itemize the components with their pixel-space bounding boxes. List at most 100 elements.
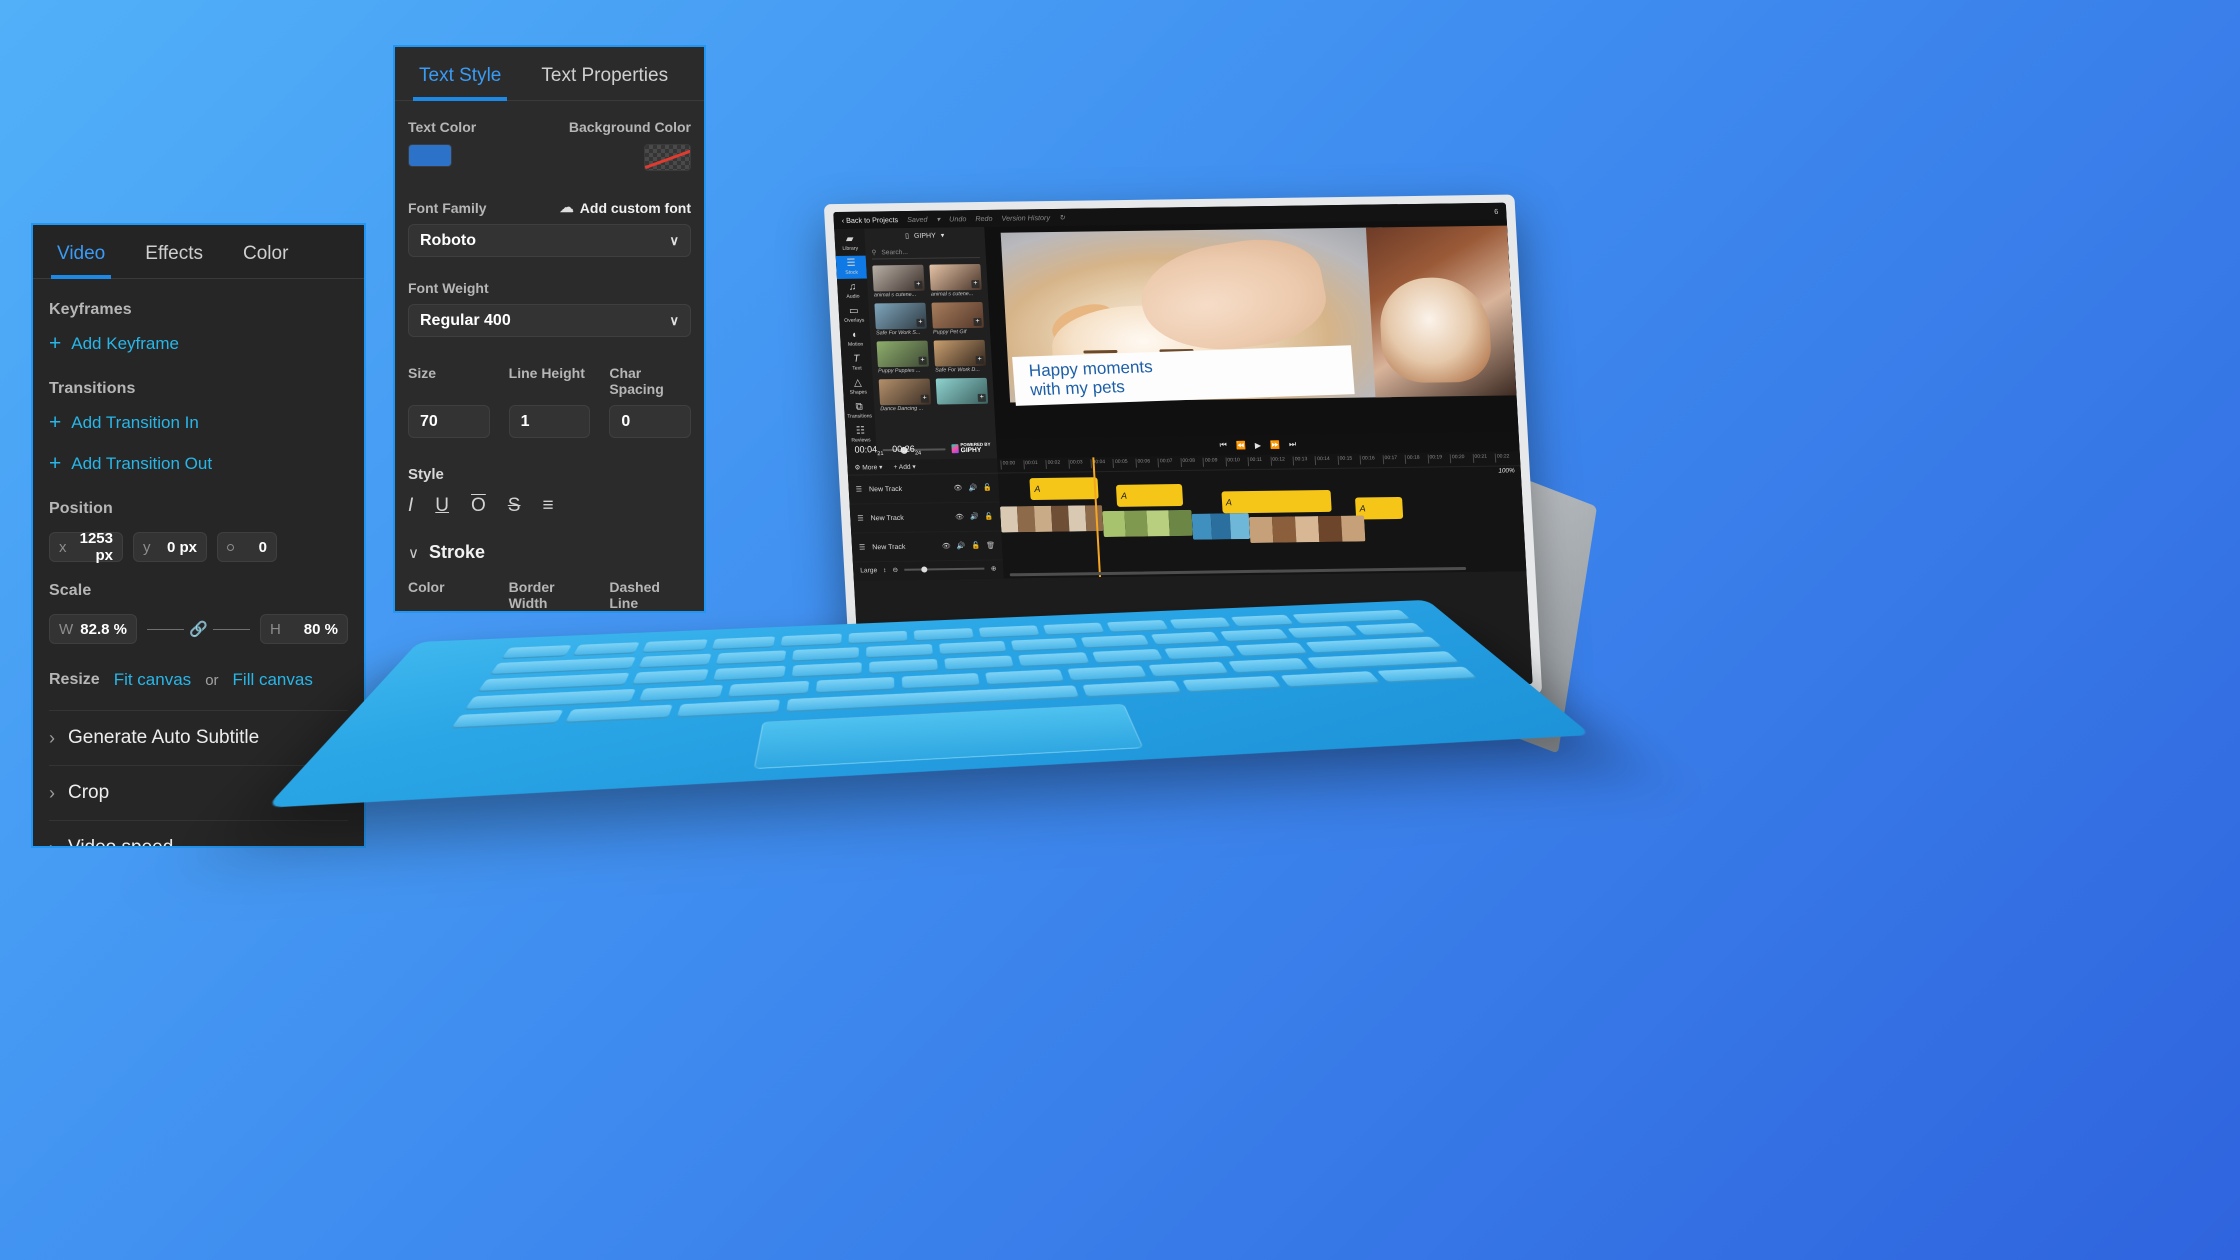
media-source-selector[interactable]: ▯ GIPHY ▾ — [864, 227, 985, 245]
sidebar-item-audio[interactable]: ♫ Audio — [837, 280, 868, 303]
speaker-icon[interactable]: 🔊 — [970, 513, 979, 521]
media-search-input[interactable]: ⚲ Search... — [871, 245, 981, 260]
slider-knob[interactable] — [921, 565, 928, 573]
drag-handle-icon[interactable]: ☰ — [856, 485, 863, 493]
more-button[interactable]: ⚙ More ▾ — [854, 463, 882, 471]
timeline-video-clip[interactable] — [1248, 515, 1366, 543]
add-keyframe-button[interactable]: + Add Keyframe — [49, 333, 348, 354]
skip-end-icon[interactable]: ⏭ — [1289, 439, 1297, 449]
keyframes-heading: Keyframes — [49, 301, 132, 318]
timeline-zoom-slider[interactable] — [903, 565, 985, 573]
scale-height-input[interactable]: H 80 % — [260, 614, 348, 644]
tab-text-properties[interactable]: Text Properties — [535, 65, 674, 100]
sidebar-item-overlays[interactable]: ▭ Overlays — [838, 304, 869, 327]
drag-handle-icon[interactable]: ☰ — [859, 543, 866, 551]
add-media-icon[interactable]: + — [916, 318, 925, 327]
trash-icon[interactable]: 🗑 — [986, 542, 995, 550]
track-icons: 👁 🔊 🔓 🗑 — [942, 542, 996, 551]
add-media-icon[interactable]: + — [920, 394, 930, 403]
add-button[interactable]: + Add ▾ — [893, 463, 916, 471]
undo-button[interactable]: Undo — [949, 214, 967, 223]
lock-icon[interactable]: 🔓 — [983, 484, 992, 492]
skip-start-icon[interactable]: ⏮ — [1219, 440, 1227, 450]
redo-button[interactable]: Redo — [975, 214, 993, 223]
speaker-icon[interactable]: 🔊 — [957, 542, 966, 550]
eye-icon[interactable]: 👁 — [955, 513, 964, 521]
media-item[interactable]: + Puppy Puppies ... — [876, 340, 930, 374]
preview-canvas[interactable]: Happy moments with my pets — [984, 219, 1519, 439]
media-item[interactable]: + Safe For Work D... — [933, 339, 987, 374]
timeline-text-clip[interactable]: A — [1116, 483, 1183, 507]
add-media-icon[interactable]: + — [971, 279, 980, 289]
tab-effects[interactable]: Effects — [139, 243, 209, 278]
tab-color[interactable]: Color — [237, 243, 294, 278]
media-item[interactable]: + animal s cutene... — [929, 263, 982, 298]
fast-forward-icon[interactable]: ⏩ — [1270, 440, 1280, 449]
size-caret-icon[interactable]: ↕ — [883, 567, 887, 574]
add-media-icon[interactable]: + — [918, 356, 927, 365]
rotation-input[interactable]: 0 — [217, 532, 277, 562]
track-row[interactable]: ☰ New Track 👁 🔊 🔓 — [849, 502, 1002, 534]
eye-icon[interactable]: 👁 — [942, 542, 951, 550]
text-icon: T — [853, 353, 860, 365]
add-transition-out-button[interactable]: + Add Transition Out — [49, 453, 348, 474]
timeline-tracks-area[interactable]: 00:00 00:01 00:02 00:03 00:04 00:05 00:0… — [997, 451, 1527, 579]
drag-handle-icon[interactable]: ☰ — [857, 514, 864, 522]
tab-text-style[interactable]: Text Style — [413, 65, 508, 101]
audio-note-icon: ♫ — [848, 281, 857, 293]
add-media-icon[interactable]: + — [975, 355, 984, 364]
accordion-video-speed[interactable]: › Video speed — [49, 820, 348, 846]
add-media-icon[interactable]: + — [973, 317, 982, 327]
timeline-video-clip[interactable] — [999, 505, 1104, 533]
timeline-video-clip[interactable] — [1191, 513, 1251, 540]
add-transition-in-button[interactable]: + Add Transition In — [49, 412, 348, 433]
chevron-down-icon[interactable]: ▾ — [936, 215, 940, 224]
track-row[interactable]: ☰ New Track 👁 🔊 🔓 🗑 — [851, 531, 1003, 563]
scale-width-input[interactable]: W 82.8 % — [49, 614, 137, 644]
sidebar-item-transitions[interactable]: ⧉ Transitions — [844, 399, 875, 422]
media-item[interactable]: + Puppy Pet Gif — [931, 301, 984, 336]
play-icon[interactable]: ▶ — [1255, 440, 1262, 449]
eye-icon[interactable]: 👁 — [953, 484, 962, 492]
media-item[interactable]: + animal s cutene... — [872, 264, 925, 298]
media-item[interactable]: + — [935, 377, 989, 412]
search-icon: ⚲ — [871, 249, 877, 257]
timeline-horizontal-scrollbar[interactable] — [1009, 566, 1467, 577]
zoom-in-icon[interactable]: ⊕ — [991, 565, 997, 573]
sidebar-item-text[interactable]: T Text — [841, 351, 872, 374]
timeline-text-clip[interactable]: A — [1029, 477, 1099, 501]
lock-icon[interactable]: 🔓 — [971, 542, 980, 550]
media-item[interactable]: + Safe For Work S... — [874, 302, 927, 336]
text-color-swatch[interactable] — [408, 144, 452, 167]
speaker-icon[interactable]: 🔊 — [968, 484, 977, 492]
timeline-text-clip[interactable]: A — [1221, 489, 1333, 514]
add-media-icon[interactable]: + — [977, 393, 987, 402]
fill-canvas-button[interactable]: Fill canvas — [233, 670, 313, 690]
version-history-button[interactable]: Version History — [1001, 213, 1050, 223]
track-size-label[interactable]: Large — [860, 567, 877, 574]
sidebar-item-shapes[interactable]: △ Shapes — [842, 375, 873, 398]
sidebar-item-stock[interactable]: ☰ Stock — [835, 255, 867, 279]
accordion-generate-auto-subtitle[interactable]: › Generate Auto Subtitle — [49, 710, 348, 765]
rewind-icon[interactable]: ⏪ — [1236, 441, 1246, 450]
track-row[interactable]: ☰ New Track 👁 🔊 🔓 — [847, 473, 1000, 505]
add-media-icon[interactable]: + — [914, 280, 923, 289]
fit-canvas-button[interactable]: Fit canvas — [114, 670, 191, 690]
zoom-out-icon[interactable]: ⊖ — [892, 566, 898, 574]
background-color-swatch[interactable] — [644, 144, 691, 171]
ruler-tick: 00:14 — [1317, 455, 1330, 463]
back-to-projects-button[interactable]: ‹ Back to Projects — [841, 215, 898, 225]
sidebar-item-library[interactable]: ▰ Library — [834, 232, 865, 255]
position-y-input[interactable]: y 0 px — [133, 532, 207, 562]
position-x-input[interactable]: x 1253 px — [49, 530, 123, 564]
link-chain-icon[interactable]: 🔗 — [147, 620, 250, 638]
lock-icon[interactable]: 🔓 — [985, 513, 994, 521]
laptop-trackpad[interactable] — [754, 703, 1145, 770]
position-row: x 1253 px y 0 px 0 — [49, 530, 348, 564]
italic-icon[interactable]: I — [408, 496, 413, 515]
tab-video[interactable]: Video — [51, 243, 112, 279]
sidebar-item-motion[interactable]: ◐ Motion — [840, 327, 871, 350]
media-item[interactable]: + Dance Dancing ... — [878, 378, 932, 412]
timeline-video-clip[interactable] — [1102, 509, 1193, 538]
history-clock-icon[interactable]: ↻ — [1059, 213, 1066, 222]
